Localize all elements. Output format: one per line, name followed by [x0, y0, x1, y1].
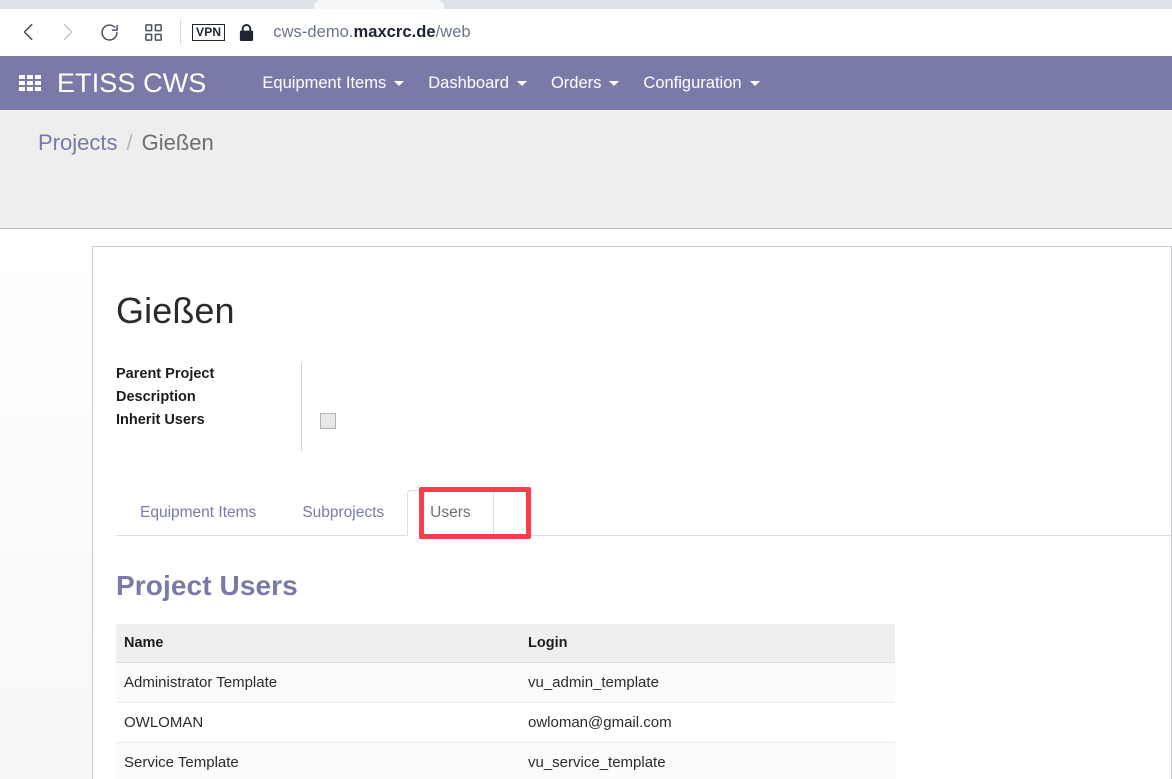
chevron-down-icon — [749, 80, 760, 86]
record-card: Gießen Parent Project Description Inheri… — [92, 246, 1172, 779]
field-value-description — [320, 386, 336, 409]
browser-toolbar: VPN cws-demo.maxcrc.de/web — [0, 9, 1172, 56]
cell-login: vu_service_template — [520, 742, 895, 779]
inherit-users-checkbox[interactable] — [320, 413, 336, 429]
field-value-inherit-users — [320, 409, 336, 432]
cell-login: vu_admin_template — [520, 662, 895, 703]
page-header: Projects / Gießen Edit Create Action — [0, 110, 1172, 320]
url-path: /web — [435, 22, 471, 41]
breadcrumb-current: Gießen — [141, 130, 214, 155]
project-users-table: Name Login Administrator Template vu_adm… — [116, 624, 895, 779]
nav-item-label: Equipment Items — [262, 73, 387, 92]
app-navbar: ETISS CWS Equipment Items Dashboard Orde… — [0, 56, 1172, 110]
field-label-inherit-users: Inherit Users — [116, 412, 205, 428]
app-grid-icon[interactable] — [19, 75, 41, 91]
tab-bar: Equipment Items Subprojects Users — [116, 483, 1171, 536]
nav-item-label: Dashboard — [428, 73, 509, 92]
vpn-badge[interactable]: VPN — [192, 23, 226, 41]
nav-item-label: Orders — [550, 73, 602, 92]
field-value-column — [302, 363, 336, 451]
nav-menu: Equipment Items Dashboard Orders Configu… — [262, 74, 783, 93]
main-content-area: Gießen Parent Project Description Inheri… — [0, 246, 1172, 779]
url-bar[interactable]: cws-demo.maxcrc.de/web — [273, 23, 470, 42]
tab-users[interactable]: Users — [407, 490, 494, 536]
browser-tab-strip[interactable] — [0, 0, 1172, 9]
tab-equipment-items[interactable]: Equipment Items — [117, 490, 279, 536]
browser-tab[interactable] — [0, 0, 60, 9]
table-row[interactable]: Service Template vu_service_template — [116, 742, 895, 779]
column-header-login[interactable]: Login — [520, 624, 895, 663]
field-label-parent-project: Parent Project — [116, 366, 215, 382]
nav-item-configuration[interactable]: Configuration — [643, 73, 760, 93]
column-header-name[interactable]: Name — [116, 624, 520, 663]
forward-arrow-icon — [48, 13, 86, 51]
nav-item-label: Configuration — [643, 73, 742, 92]
cell-login: owloman@gmail.com — [520, 702, 895, 743]
users-section-heading: Project Users — [116, 570, 298, 601]
record-title: Gießen — [116, 290, 235, 331]
lock-icon[interactable] — [238, 23, 255, 42]
url-host: maxcrc.de — [353, 22, 436, 41]
breadcrumb-parent-link[interactable]: Projects — [38, 130, 117, 156]
chevron-down-icon — [609, 80, 620, 86]
table-row[interactable]: Administrator Template vu_admin_template — [116, 662, 895, 703]
browser-tab[interactable] — [62, 0, 310, 9]
record-fields: Parent Project Description Inherit Users — [116, 363, 1171, 451]
browser-tab-active[interactable] — [314, 0, 444, 9]
tabs-container: Equipment Items Subprojects Users — [116, 483, 1171, 539]
field-label-description: Description — [116, 389, 196, 405]
tab-overview-icon[interactable] — [134, 13, 172, 51]
field-value-parent-project — [320, 363, 336, 386]
nav-item-orders[interactable]: Orders — [550, 73, 620, 93]
breadcrumb-separator: / — [126, 130, 133, 155]
breadcrumb: Projects / Gießen — [0, 110, 1172, 156]
browser-tab[interactable] — [446, 0, 1172, 9]
cell-name: Service Template — [116, 742, 520, 779]
url-prefix: cws-demo. — [273, 22, 354, 41]
table-header-row: Name Login — [116, 624, 895, 663]
brand-title[interactable]: ETISS CWS — [57, 68, 206, 99]
toolbar-divider — [180, 19, 181, 45]
chevron-down-icon — [394, 80, 405, 86]
chevron-down-icon — [516, 80, 527, 86]
back-arrow-icon[interactable] — [10, 13, 48, 51]
nav-item-equipment-items[interactable]: Equipment Items — [262, 73, 405, 93]
cell-name: Administrator Template — [116, 662, 520, 703]
reload-icon[interactable] — [90, 13, 128, 51]
nav-item-dashboard[interactable]: Dashboard — [428, 74, 527, 93]
field-label-column: Parent Project Description Inherit Users — [116, 363, 301, 451]
table-row[interactable]: OWLOMAN owloman@gmail.com — [116, 702, 895, 743]
cell-name: OWLOMAN — [116, 702, 520, 743]
tab-subprojects[interactable]: Subprojects — [279, 490, 407, 536]
